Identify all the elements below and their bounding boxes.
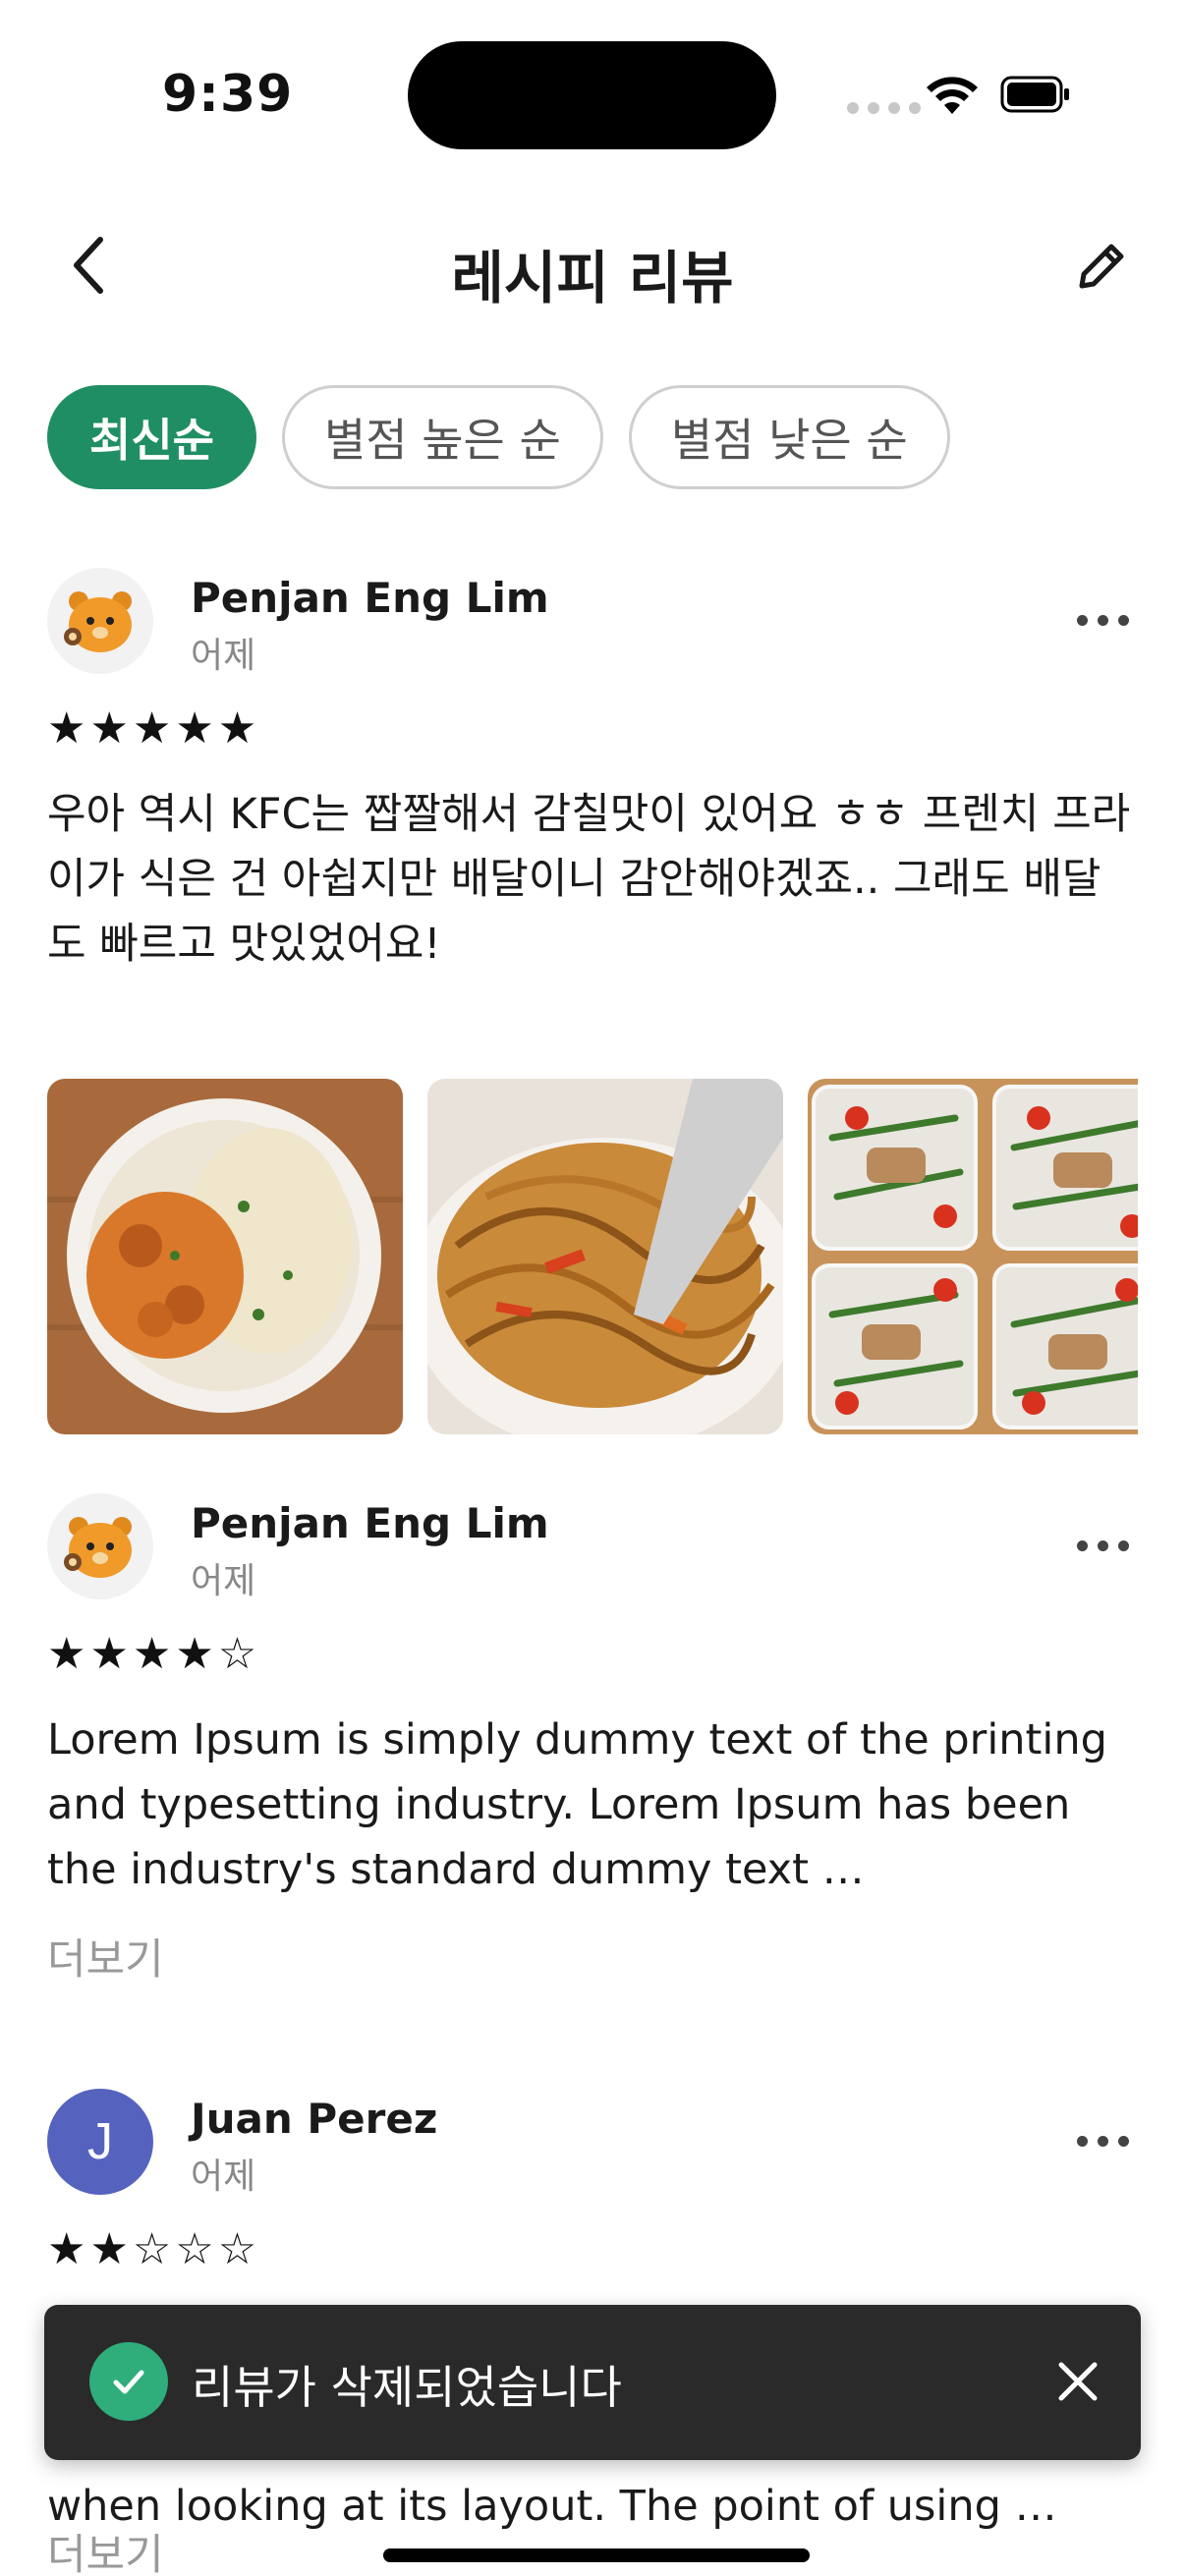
review-text: when looking at its layout. The point of… [47, 2482, 1057, 2531]
avatar [47, 1493, 153, 1599]
more-options-button[interactable] [1065, 1521, 1140, 1570]
sort-filter-chips: 최신순 별점 높은 순 별점 낮은 순 [47, 385, 950, 489]
meal-prep-photo[interactable] [808, 1079, 1138, 1434]
read-more-link[interactable]: 더보기 [47, 2521, 164, 2576]
review-date: 어제 [191, 2156, 256, 2197]
avatar [47, 568, 153, 674]
star-rating: ★★★★☆ [47, 1629, 261, 1679]
chip-latest[interactable]: 최신순 [47, 385, 256, 489]
check-circle-icon [89, 2342, 168, 2421]
cellular-signal-icon [847, 102, 921, 114]
review-date: 어제 [191, 636, 256, 676]
review-photos [47, 1079, 1138, 1434]
snackbar-toast: 리뷰가 삭제되었습니다 [44, 2305, 1141, 2460]
bear-avatar-icon [64, 591, 132, 652]
noodles-photo[interactable] [427, 1079, 783, 1434]
review-text: 우아 역시 KFC는 짭짤해서 감칠맛이 있어요 ㅎㅎ 프렌치 프라이가 식은 … [47, 790, 1131, 969]
review-item: Penjan Eng Lim 어제 ★★★★☆ Lorem Ipsum is s… [47, 1493, 1138, 2004]
wifi-icon [927, 77, 978, 114]
review-author: Juan Perez [191, 2095, 438, 2143]
review-author: Penjan Eng Lim [191, 574, 549, 622]
page-title: 레시피 리뷰 [451, 245, 734, 311]
chip-rating-high[interactable]: 별점 높은 순 [281, 385, 603, 489]
review-author: Penjan Eng Lim [191, 1499, 549, 1547]
curry-rice-photo[interactable] [47, 1079, 403, 1434]
battery-icon [1000, 76, 1069, 113]
review-text: Lorem Ipsum is simply dummy text of the … [47, 1715, 1107, 1894]
star-rating: ★★★★★ [47, 703, 261, 754]
app-header: 레시피 리뷰 [0, 206, 1185, 324]
avatar: J [47, 2089, 153, 2195]
read-more-link[interactable]: 더보기 [47, 1926, 164, 1987]
more-options-button[interactable] [1065, 2116, 1140, 2165]
chip-rating-low[interactable]: 별점 낮은 순 [628, 385, 950, 489]
write-review-button[interactable] [1063, 226, 1142, 305]
toast-close-button[interactable] [1039, 2342, 1117, 2421]
toast-message: 리뷰가 삭제되었습니다 [192, 2361, 622, 2414]
status-bar: 9:39 [0, 0, 1185, 187]
star-rating: ★★☆☆☆ [47, 2224, 261, 2274]
home-indicator[interactable] [383, 2548, 810, 2562]
review-item: Penjan Eng Lim 어제 ★★★★★ 우아 역시 KFC는 짭짤해서 … [47, 568, 1138, 1452]
close-icon [1058, 2362, 1098, 2401]
review-date: 어제 [191, 1561, 256, 1601]
dynamic-island [408, 41, 776, 149]
bear-avatar-icon [64, 1517, 132, 1578]
pencil-icon [1079, 244, 1124, 289]
status-time: 9:39 [162, 65, 294, 124]
more-options-button[interactable] [1065, 595, 1140, 644]
